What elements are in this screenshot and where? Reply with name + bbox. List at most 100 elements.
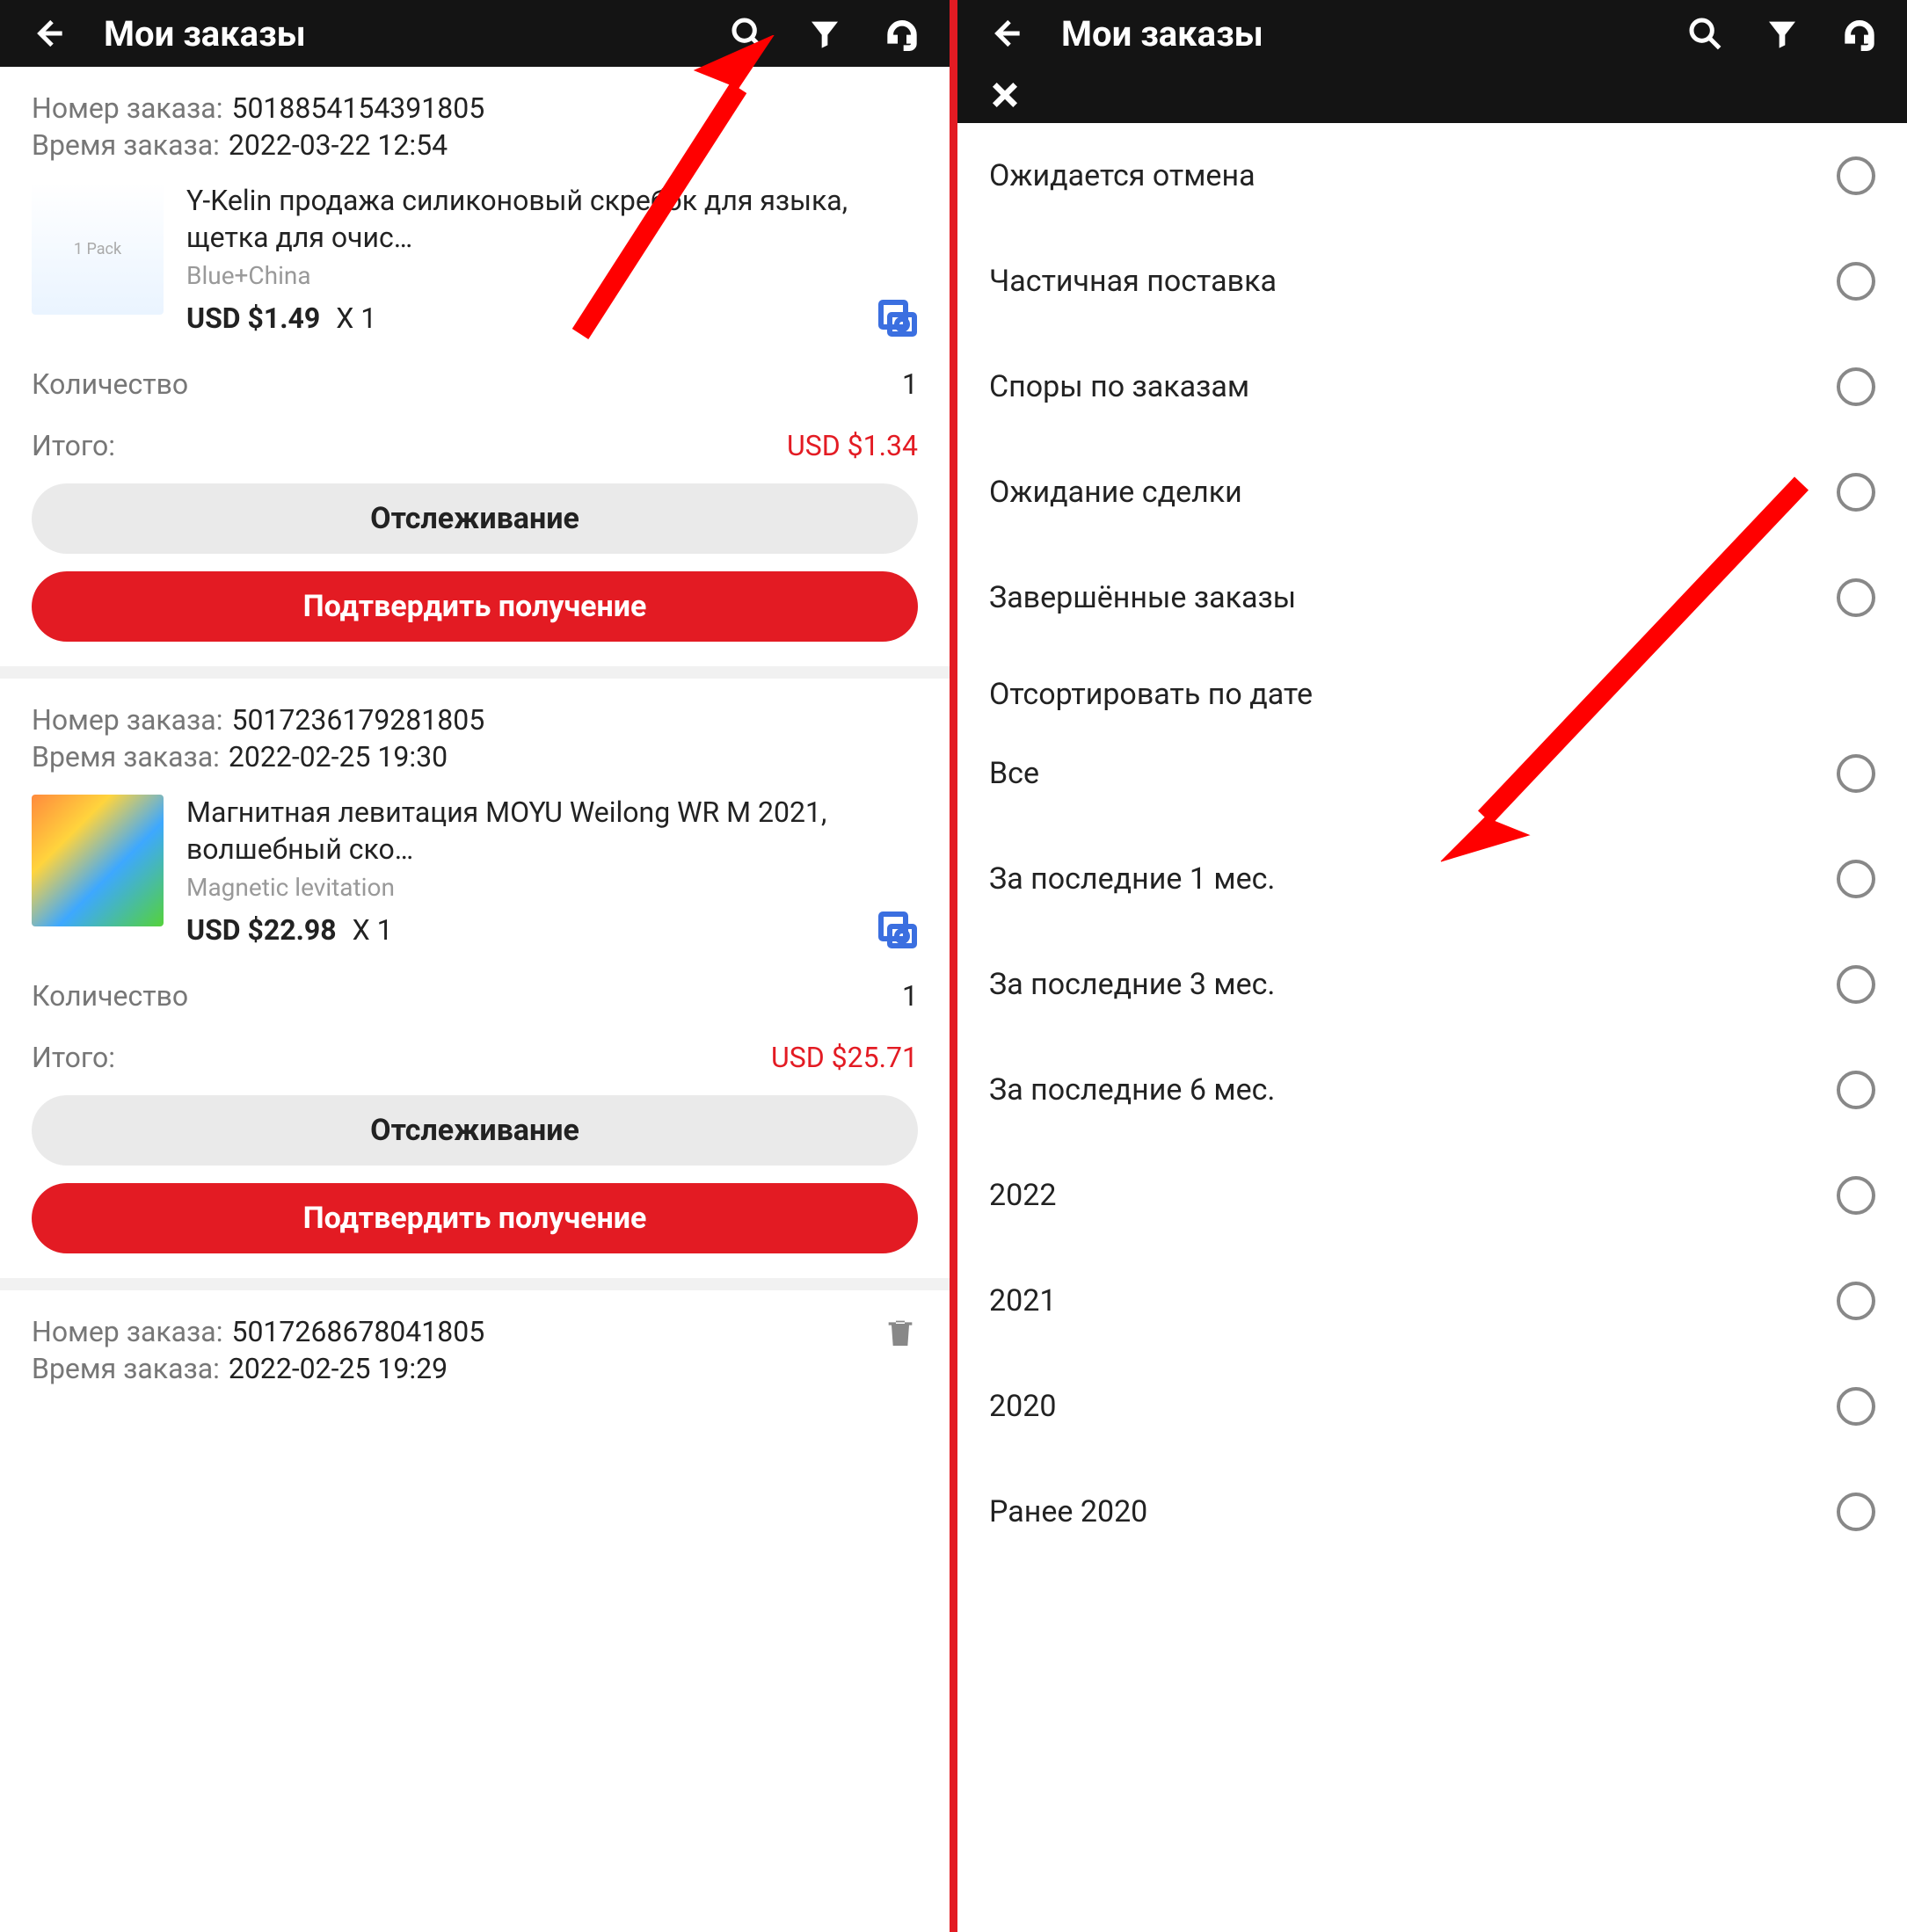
filter-option-label: 2020 [989,1389,1056,1424]
confirm-button[interactable]: Подтвердить получение [32,1183,918,1253]
back-icon[interactable] [26,12,69,54]
quantity-row: Количество 1 [32,979,918,1013]
radio-icon [1837,1387,1875,1426]
orders-scroll[interactable]: Номер заказа: 5018854154391805 Время зак… [0,67,950,1932]
product-price-line: USD $22.98 X 1 [186,909,918,951]
page-title: Мои заказы [1061,13,1649,54]
radio-icon [1837,1071,1875,1109]
screenshot-divider [950,0,957,1932]
order-time-line: Время заказа: 2022-02-25 19:29 [32,1352,869,1385]
filter-list[interactable]: Ожидается отмена Частичная поставка Споры … [957,123,1907,1932]
delete-icon[interactable] [883,1315,918,1350]
search-icon[interactable] [726,12,768,54]
order-time-label: Время заказа: [32,128,220,162]
search-icon[interactable] [1684,12,1726,54]
filter-date-option[interactable]: За последние 6 мес. [957,1037,1907,1143]
filter-status-option[interactable]: Ожидание сделки [957,439,1907,545]
filter-icon[interactable] [1761,12,1803,54]
order-number-line: Номер заказа: 5017236179281805 [32,703,918,737]
action-buttons: Отслеживание Подтвердить получение [32,483,918,642]
filter-date-option[interactable]: 2021 [957,1248,1907,1354]
filter-status-option[interactable]: Частичная поставка [957,229,1907,334]
filter-date-option[interactable]: Все [957,721,1907,826]
total-row: Итого: USD $25.71 [32,1041,918,1074]
radio-icon [1837,754,1875,793]
order-number-label: Номер заказа: [32,703,222,737]
radio-icon [1837,367,1875,406]
product-title: Y-Kelin продажа силиконовый скребок для … [186,183,918,256]
product-row[interactable]: Магнитная левитация MOYU Weilong WR M 20… [32,795,918,951]
confirm-button[interactable]: Подтвердить получение [32,571,918,642]
order-number-value: 5017268678041805 [231,1315,484,1348]
quantity-row: Количество 1 [32,367,918,401]
filter-option-label: 2021 [989,1283,1056,1318]
radio-icon [1837,965,1875,1004]
total-row: Итого: USD $1.34 [32,429,918,462]
header-bar: Мои заказы [957,0,1907,67]
action-buttons: Отслеживание Подтвердить получение [32,1095,918,1253]
filter-status-option[interactable]: Ожидается отмена [957,123,1907,229]
filter-date-option[interactable]: За последние 3 мес. [957,932,1907,1037]
order-card: Номер заказа: 5017268678041805 Время зак… [0,1290,950,1389]
page-title: Мои заказы [104,13,691,54]
order-number-value: 5018854154391805 [231,91,484,125]
filter-option-label: За последние 3 мес. [989,967,1275,1002]
order-card: Номер заказа: 5017236179281805 Время зак… [0,679,950,1278]
order-number-line: Номер заказа: 5018854154391805 [32,91,918,125]
snapshot-icon[interactable] [876,909,918,951]
screen-orders: Мои заказы Номер заказа: 501885415439180… [0,0,950,1932]
filter-status-option[interactable]: Споры по заказам [957,334,1907,439]
filter-option-label: Споры по заказам [989,369,1249,404]
filter-date-option[interactable]: За последние 1 мес. [957,826,1907,932]
track-button[interactable]: Отслеживание [32,1095,918,1166]
order-card: Номер заказа: 5018854154391805 Время зак… [0,67,950,666]
filter-icon[interactable] [804,12,846,54]
product-price: USD $22.98 [186,913,337,947]
filter-option-label: Ранее 2020 [989,1494,1147,1529]
total-value: USD $25.71 [771,1041,918,1074]
order-number-label: Номер заказа: [32,91,222,125]
product-variant: Blue+China [186,261,918,290]
filter-option-label: За последние 1 мес. [989,861,1275,897]
radio-icon [1837,1493,1875,1531]
support-icon[interactable] [881,12,923,54]
snapshot-icon[interactable] [876,297,918,339]
product-title: Магнитная левитация MOYU Weilong WR M 20… [186,795,918,868]
filter-option-label: Все [989,756,1039,791]
filter-option-label: 2022 [989,1178,1056,1213]
radio-icon [1837,1176,1875,1215]
product-variant: Magnetic levitation [186,873,918,902]
back-icon[interactable] [984,12,1026,54]
product-info: Магнитная левитация MOYU Weilong WR M 20… [186,795,918,951]
filter-option-label: Частичная поставка [989,264,1277,299]
filter-option-label: Завершённые заказы [989,580,1296,615]
order-time-label: Время заказа: [32,740,220,774]
quantity-label: Количество [32,979,188,1013]
product-qty: X 1 [353,913,393,947]
total-value: USD $1.34 [787,429,918,462]
order-time-value: 2022-03-22 12:54 [229,128,448,162]
product-row[interactable]: 1 Pack Y-Kelin продажа силиконовый скреб… [32,183,918,339]
support-icon[interactable] [1838,12,1881,54]
filter-date-option[interactable]: 2022 [957,1143,1907,1248]
order-number-line: Номер заказа: 5017268678041805 [32,1315,869,1348]
filter-date-option[interactable]: Ранее 2020 [957,1459,1907,1565]
filter-date-option[interactable]: 2020 [957,1354,1907,1459]
quantity-value: 1 [902,367,918,401]
total-label: Итого: [32,1041,115,1074]
close-icon[interactable] [984,74,1026,116]
card-separator [0,666,950,679]
product-price: USD $1.49 [186,301,320,335]
product-thumbnail [32,795,164,926]
radio-icon [1837,262,1875,301]
track-button[interactable]: Отслеживание [32,483,918,554]
filter-option-label: За последние 6 мес. [989,1072,1275,1108]
filter-status-option[interactable]: Завершённые заказы [957,545,1907,650]
radio-icon [1837,860,1875,898]
filter-option-label: Ожидается отмена [989,158,1256,193]
order-time-value: 2022-02-25 19:29 [229,1352,448,1385]
order-number-label: Номер заказа: [32,1315,222,1348]
radio-icon [1837,473,1875,512]
radio-icon [1837,1282,1875,1320]
screen-filter: Мои заказы Ожидается отмена Частичная пос… [957,0,1907,1932]
